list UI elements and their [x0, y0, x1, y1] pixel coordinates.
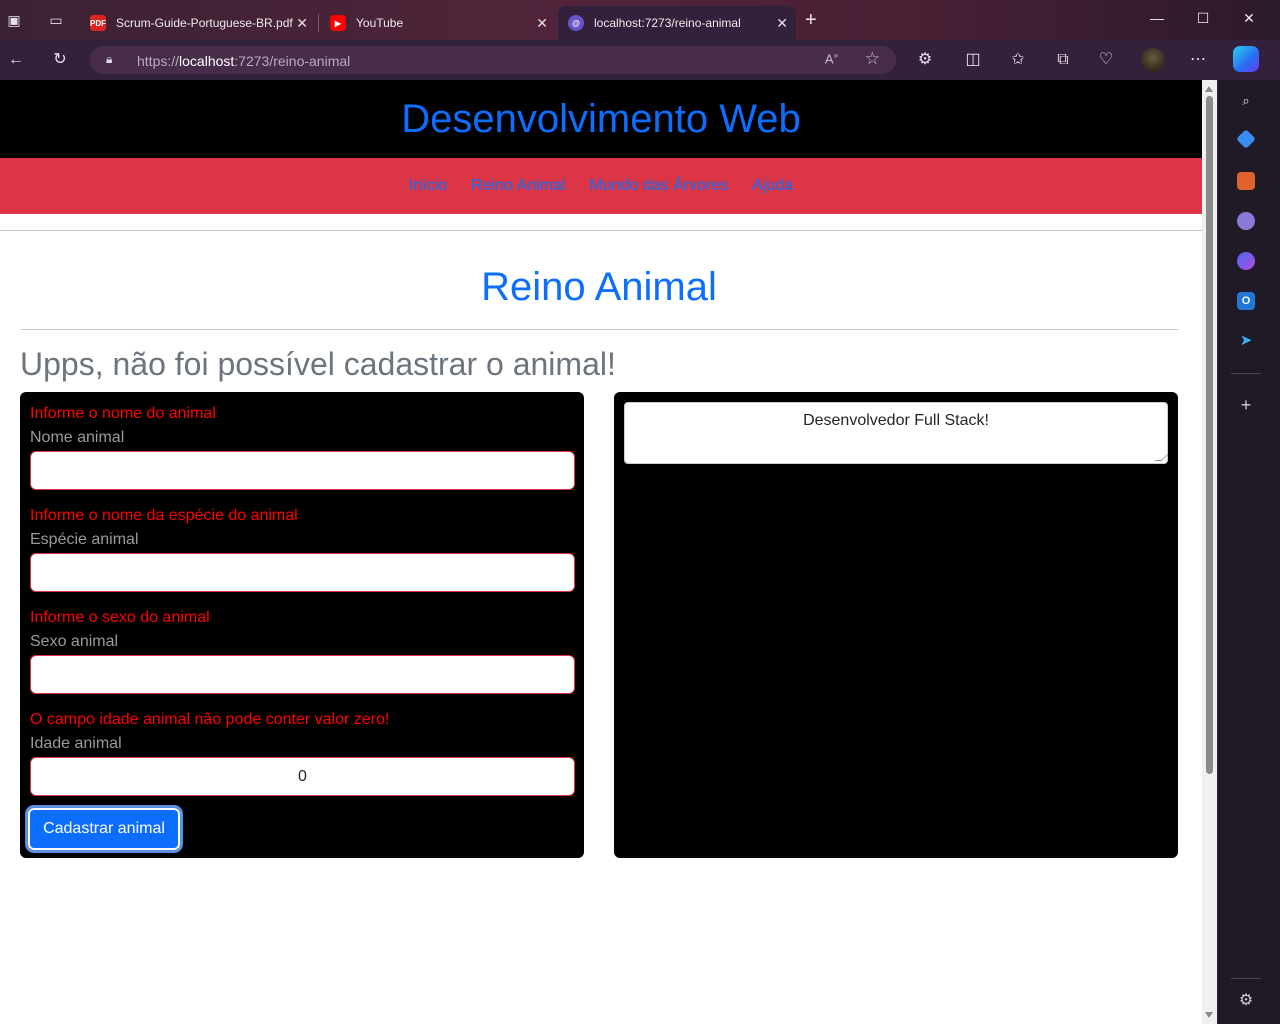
- form-group-sexo: Informe o sexo do animal Sexo animal: [30, 609, 575, 694]
- games-icon[interactable]: [1237, 212, 1255, 230]
- tab-actions-icon[interactable]: ▭: [48, 12, 64, 28]
- browser-essentials-icon[interactable]: ♡: [1096, 50, 1116, 70]
- page-title: Reino Animal: [481, 265, 717, 309]
- tab-scrum-guide[interactable]: PDF Scrum-Guide-Portuguese-BR.pdf ✕: [80, 6, 316, 40]
- sidebar-divider: [1231, 978, 1261, 979]
- drop-send-icon[interactable]: ➤: [1237, 332, 1255, 350]
- collections-icon[interactable]: ⧉: [1053, 50, 1073, 70]
- tools-icon[interactable]: [1237, 172, 1255, 190]
- favorite-star-icon[interactable]: ☆: [865, 49, 880, 69]
- idade-animal-input[interactable]: 0: [30, 757, 575, 796]
- extensions-icon[interactable]: ⚙: [915, 50, 935, 70]
- sidebar-divider: [1231, 373, 1261, 374]
- outlook-icon[interactable]: O: [1237, 292, 1255, 310]
- sidebar-settings-icon[interactable]: ⚙: [1237, 992, 1255, 1010]
- page-scrollbar[interactable]: [1202, 80, 1217, 1024]
- tab-localhost[interactable]: @ localhost:7273/reino-animal ✕: [558, 6, 796, 40]
- nav-link-reino-animal[interactable]: Reino Animal: [459, 177, 577, 195]
- split-screen-icon[interactable]: ◫: [963, 50, 983, 70]
- browser-sidebar: ⌕ O ➤ + ⚙: [1217, 80, 1280, 1024]
- browser-tab-strip: ▣ ▭ PDF Scrum-Guide-Portuguese-BR.pdf ✕ …: [0, 0, 1280, 40]
- search-icon[interactable]: ⌕: [1237, 92, 1255, 110]
- close-window-icon[interactable]: ✕: [1237, 8, 1261, 28]
- scrollbar-thumb[interactable]: [1206, 96, 1213, 774]
- shopping-tag-icon[interactable]: [1236, 129, 1256, 149]
- close-tab-icon[interactable]: ✕: [536, 15, 548, 31]
- site-title: Desenvolvimento Web: [401, 97, 801, 141]
- tab-label: Scrum-Guide-Portuguese-BR.pdf: [116, 16, 293, 30]
- address-bar[interactable]: 🔒︎ https://localhost:7273/reino-animal A…: [90, 46, 896, 74]
- lock-icon: 🔒︎: [106, 52, 113, 66]
- url-text[interactable]: https://localhost:7273/reino-animal: [137, 53, 350, 69]
- animal-form: Informe o nome do animal Nome animal Inf…: [20, 392, 584, 858]
- new-tab-icon[interactable]: +: [805, 10, 817, 30]
- validation-error: O campo idade animal não pode conter val…: [30, 711, 390, 728]
- especie-animal-input[interactable]: [30, 553, 575, 592]
- field-label: Sexo animal: [30, 633, 119, 650]
- site-header: Desenvolvimento Web: [0, 80, 1202, 158]
- form-group-nome: Informe o nome do animal Nome animal: [30, 405, 575, 490]
- workspaces-icon[interactable]: ▣: [6, 12, 22, 28]
- textarea-text: Desenvolvedor Full Stack!: [803, 412, 989, 429]
- nav-link-inicio[interactable]: Início: [397, 177, 459, 195]
- validation-error: Informe o sexo do animal: [30, 609, 210, 626]
- info-panel: Desenvolvedor Full Stack!: [614, 392, 1178, 858]
- pdf-icon: PDF: [90, 15, 106, 31]
- nome-animal-input[interactable]: [30, 451, 575, 490]
- back-icon[interactable]: ←: [6, 50, 26, 70]
- site-nav: Início Reino Animal Mundo das Árvores Aj…: [0, 158, 1202, 214]
- youtube-icon: ▶: [330, 15, 346, 31]
- divider: [0, 230, 1202, 231]
- profile-avatar[interactable]: [1141, 48, 1165, 72]
- error-heading: Upps, não foi possível cadastrar o anima…: [20, 346, 616, 382]
- validation-error: Informe o nome do animal: [30, 405, 216, 422]
- copilot-icon[interactable]: [1233, 46, 1259, 72]
- refresh-icon[interactable]: ↻: [50, 50, 70, 70]
- page-viewport: Desenvolvimento Web Início Reino Animal …: [0, 80, 1202, 1024]
- form-group-idade: O campo idade animal não pode conter val…: [30, 711, 575, 796]
- tab-label: YouTube: [356, 16, 404, 30]
- scroll-up-icon[interactable]: [1205, 86, 1213, 92]
- tab-label: localhost:7273/reino-animal: [594, 16, 741, 30]
- localhost-icon: @: [568, 15, 584, 31]
- browser-toolbar: ← ↻ 🔒︎ https://localhost:7273/reino-anim…: [0, 40, 1280, 80]
- microsoft-365-icon[interactable]: [1237, 252, 1255, 270]
- tab-youtube[interactable]: ▶ YouTube ✕: [320, 6, 556, 40]
- more-options-icon[interactable]: ⋯: [1188, 50, 1208, 70]
- info-textarea[interactable]: Desenvolvedor Full Stack!: [624, 402, 1169, 464]
- minimize-icon[interactable]: —: [1145, 8, 1169, 28]
- field-label: Nome animal: [30, 429, 125, 446]
- cadastrar-animal-button[interactable]: Cadastrar animal: [25, 805, 183, 853]
- add-sidebar-app-icon[interactable]: +: [1237, 396, 1255, 414]
- field-label: Idade animal: [30, 735, 122, 752]
- close-tab-icon[interactable]: ✕: [776, 15, 788, 31]
- read-aloud-icon[interactable]: A»: [825, 51, 838, 66]
- scroll-down-icon[interactable]: [1205, 1012, 1213, 1018]
- close-tab-icon[interactable]: ✕: [296, 15, 308, 31]
- tab-divider: [318, 14, 319, 32]
- resize-grip-icon[interactable]: [1154, 454, 1169, 461]
- form-group-especie: Informe o nome da espécie do animal Espé…: [30, 507, 575, 592]
- maximize-icon[interactable]: ☐: [1191, 8, 1215, 28]
- field-label: Espécie animal: [30, 531, 139, 548]
- divider: [20, 329, 1178, 330]
- validation-error: Informe o nome da espécie do animal: [30, 507, 298, 524]
- sexo-animal-input[interactable]: [30, 655, 575, 694]
- nav-link-mundo-das-arvores[interactable]: Mundo das Árvores: [577, 177, 740, 195]
- favorites-icon[interactable]: ✩: [1008, 50, 1028, 70]
- nav-link-ajuda[interactable]: Ajuda: [740, 177, 805, 195]
